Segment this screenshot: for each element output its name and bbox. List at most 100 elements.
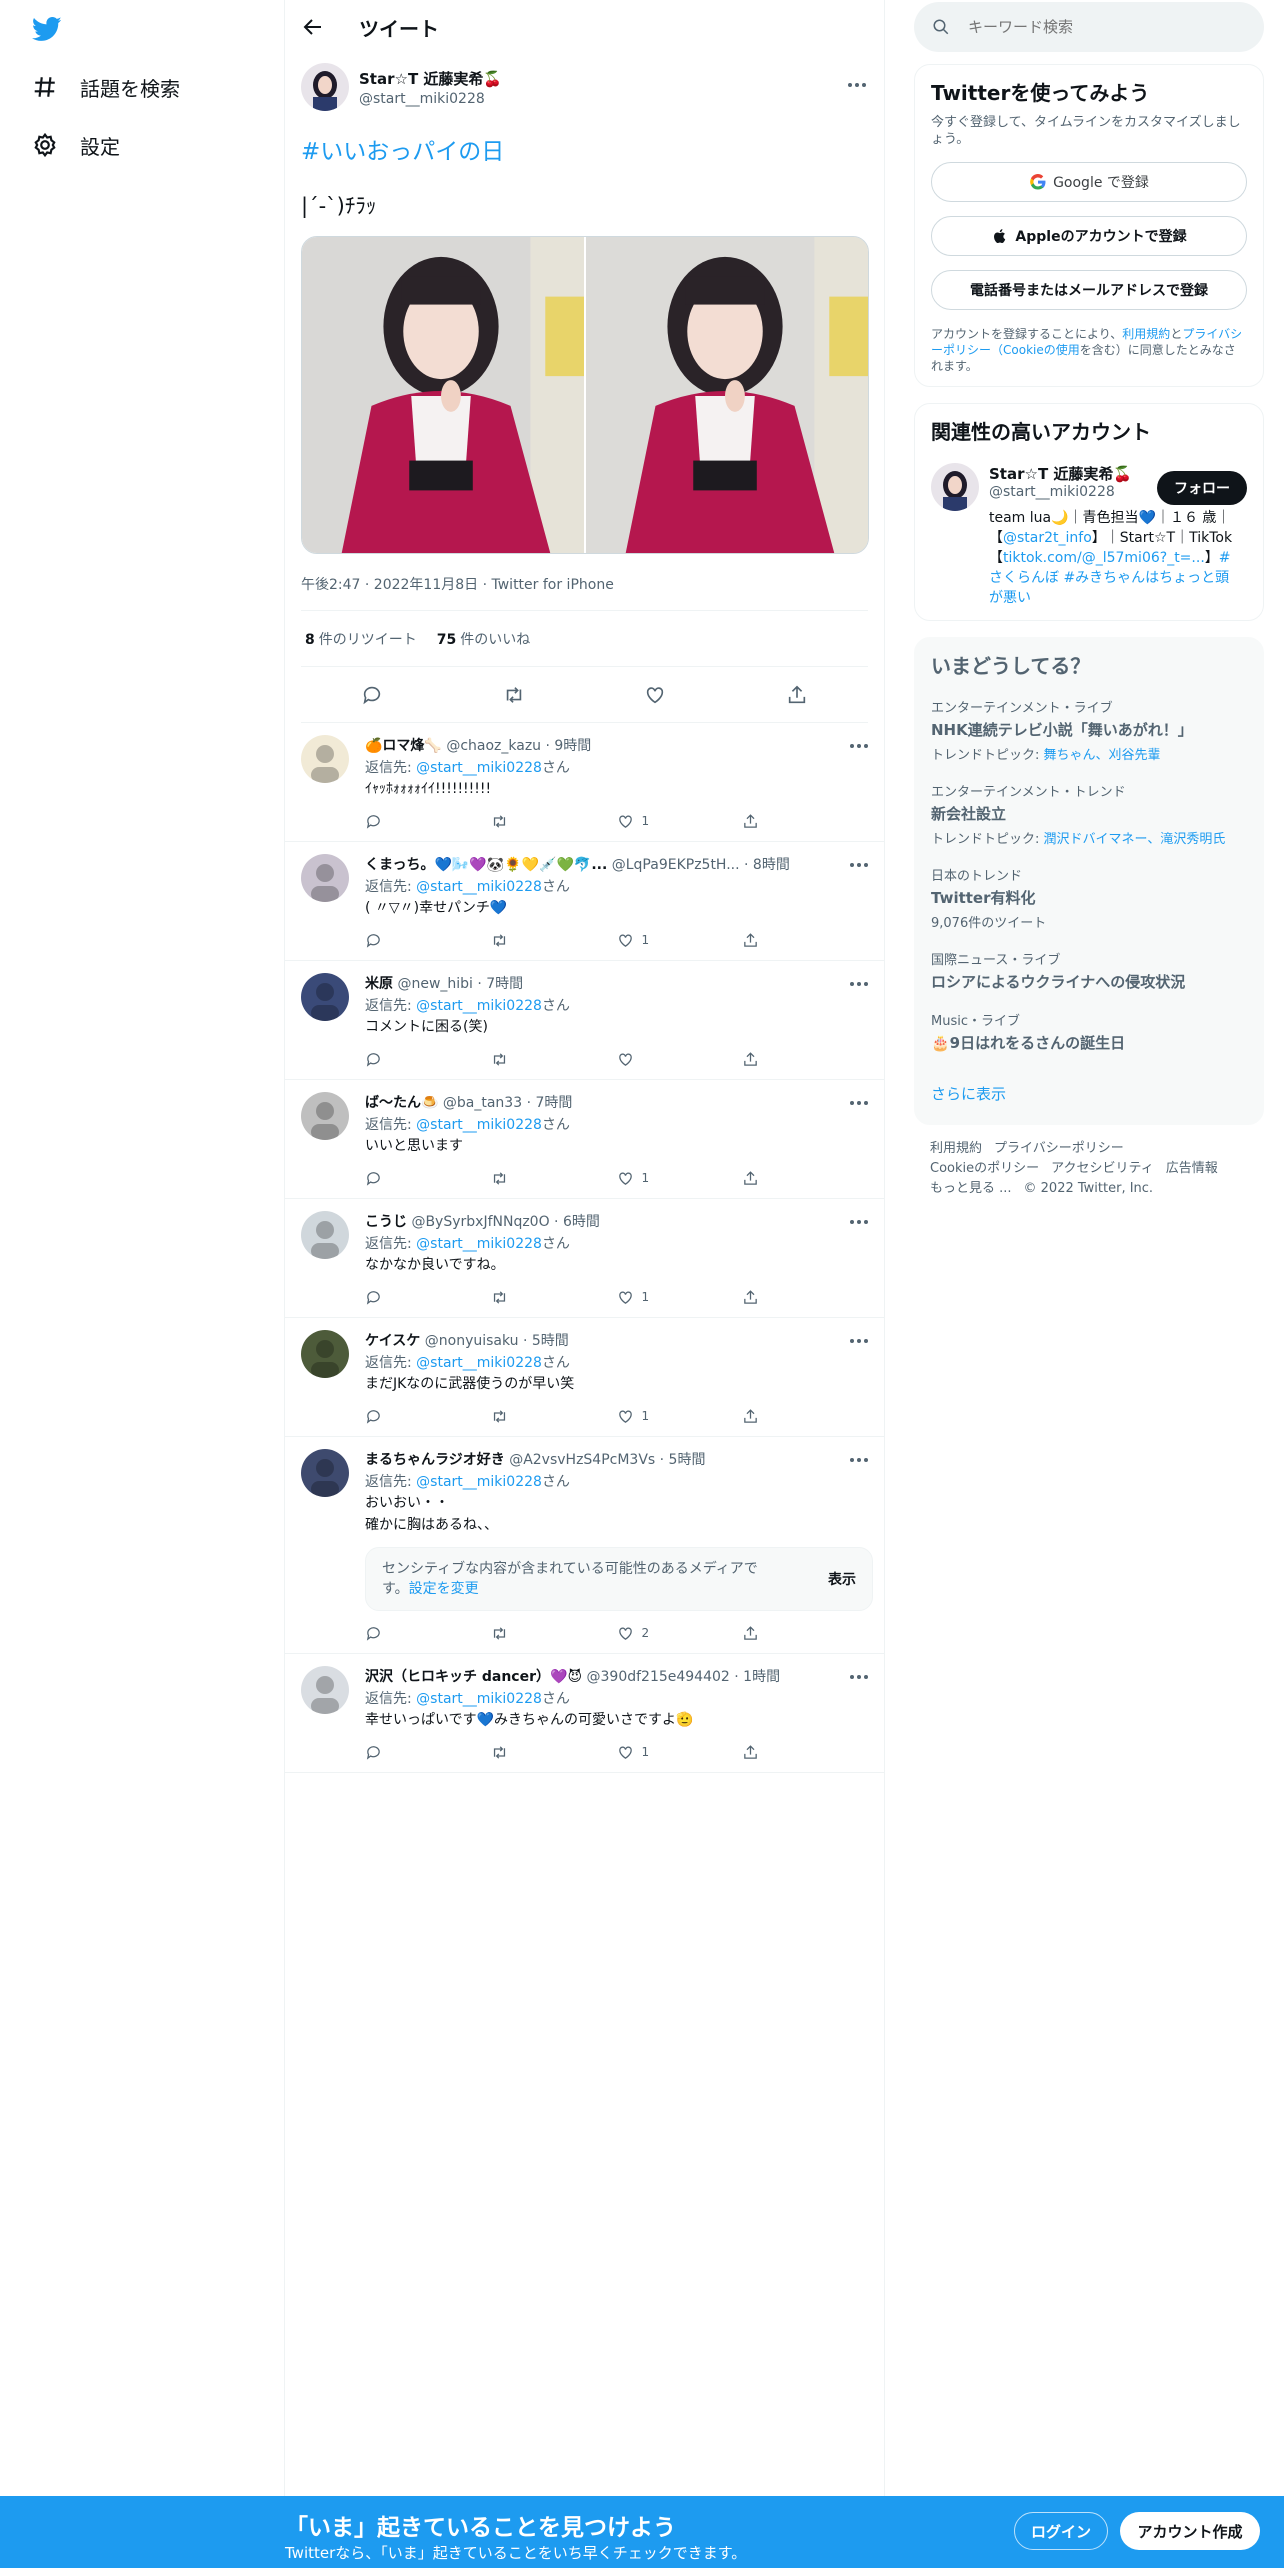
share-button[interactable] xyxy=(742,1408,868,1425)
share-button[interactable] xyxy=(742,932,868,949)
trend-name[interactable]: 新会社設立 xyxy=(931,804,1247,824)
footer-link[interactable]: 広告情報 xyxy=(1166,1161,1218,1176)
retweet-button[interactable] xyxy=(491,1051,617,1068)
reply-icon[interactable] xyxy=(361,684,383,706)
reply-tweet[interactable]: 沢沢（ヒロキッチ dancer）💜😈 @390df215e494402 · 1時… xyxy=(285,1654,884,1773)
retweet-button[interactable] xyxy=(491,1289,617,1306)
share-button[interactable] xyxy=(742,1744,868,1761)
author-name[interactable]: Star☆T 近藤実希🍒 xyxy=(359,68,502,89)
reply-author-name[interactable]: こうじ xyxy=(365,1214,407,1230)
avatar[interactable] xyxy=(301,63,349,111)
reply-author-name[interactable]: ば〜たん🍮 xyxy=(365,1095,438,1111)
back-arrow-icon[interactable] xyxy=(301,15,325,39)
reply-author-handle[interactable]: @nonyuisaku · 5時間 xyxy=(425,1333,569,1349)
trend-item[interactable]: エンターテインメント・トレンド 新会社設立 トレンドトピック: 潤沢ドバイマネー、滝… xyxy=(931,781,1247,847)
avatar[interactable] xyxy=(931,463,979,511)
reply-to-link[interactable]: @start__miki0228 xyxy=(416,1355,542,1371)
retweet-button[interactable] xyxy=(491,932,617,949)
more-options-icon[interactable] xyxy=(848,1211,870,1233)
reply-to-link[interactable]: @start__miki0228 xyxy=(416,1236,542,1252)
reply-author-handle[interactable]: @BySyrbxJfNNqz0O · 6時間 xyxy=(411,1214,599,1230)
search-bar[interactable] xyxy=(914,2,1264,52)
more-options-icon[interactable] xyxy=(848,735,870,757)
tweet-timestamp[interactable]: 午後2:47 · 2022年11月8日 · Twitter for iPhone xyxy=(301,574,868,611)
retweet-button[interactable] xyxy=(491,1744,617,1761)
avatar[interactable] xyxy=(301,1211,349,1259)
google-signup-button[interactable]: Google で登録 xyxy=(931,162,1247,202)
apple-signup-button[interactable]: Appleのアカウントで登録 xyxy=(931,216,1247,256)
phone-signup-button[interactable]: 電話番号またはメールアドレスで登録 xyxy=(931,270,1247,310)
like-count[interactable]: 75 件のいいね xyxy=(437,629,530,649)
follow-button[interactable]: フォロー xyxy=(1157,471,1247,505)
twitter-logo-icon[interactable] xyxy=(30,14,64,44)
terms-link[interactable]: 利用規約 xyxy=(1122,327,1170,341)
signup-button[interactable]: アカウント作成 xyxy=(1120,2512,1260,2550)
show-media-button[interactable]: 表示 xyxy=(828,1569,856,1589)
trend-item[interactable]: 日本のトレンド Twitter有料化 9,076件のツイート xyxy=(931,865,1247,931)
reply-to-link[interactable]: @start__miki0228 xyxy=(416,879,542,895)
like-button[interactable]: 1 xyxy=(617,1744,743,1761)
trend-topic-link[interactable]: 潤沢ドバイマネー、滝沢秀明氏 xyxy=(1044,832,1226,847)
reply-author-name[interactable]: くまっち。💙🌬️💜🐼🌻💛💉💚🐬... xyxy=(365,857,607,873)
change-settings-link[interactable]: 設定を変更 xyxy=(409,1581,479,1597)
bio-link[interactable]: tiktok.com/@_l57mi06?_t=... xyxy=(1003,550,1205,566)
reply-author-name[interactable]: ケイスケ xyxy=(365,1333,420,1349)
reply-author-handle[interactable]: @LqPa9EKPz5tH... · 8時間 xyxy=(612,857,790,873)
trend-name[interactable]: ロシアによるウクライナへの侵攻状況 xyxy=(931,972,1247,992)
like-button[interactable]: 1 xyxy=(617,932,743,949)
reply-button[interactable] xyxy=(365,1289,491,1306)
trend-name[interactable]: Twitter有料化 xyxy=(931,888,1247,908)
reply-button[interactable] xyxy=(365,1170,491,1187)
retweet-button[interactable] xyxy=(491,1408,617,1425)
reply-button[interactable] xyxy=(365,1051,491,1068)
tweet-photo-2[interactable] xyxy=(584,237,868,553)
like-button[interactable]: 1 xyxy=(617,1408,743,1425)
like-button[interactable]: 1 xyxy=(617,813,743,830)
reply-to-link[interactable]: @start__miki0228 xyxy=(416,760,542,776)
share-button[interactable] xyxy=(742,1051,868,1068)
avatar[interactable] xyxy=(301,973,349,1021)
reply-button[interactable] xyxy=(365,813,491,830)
retweet-icon[interactable] xyxy=(503,684,525,706)
trend-name[interactable]: NHK連続テレビ小説「舞いあがれ！」 xyxy=(931,720,1247,740)
trend-item[interactable]: エンターテインメント・ライブ NHK連続テレビ小説「舞いあがれ！」 トレンドトピック… xyxy=(931,697,1247,763)
reply-author-name[interactable]: まるちゃんラジオ好き xyxy=(365,1452,505,1468)
footer-link[interactable]: 利用規約 xyxy=(930,1141,982,1156)
login-button[interactable]: ログイン xyxy=(1014,2512,1108,2550)
reply-button[interactable] xyxy=(365,1625,491,1642)
avatar[interactable] xyxy=(301,1449,349,1497)
share-button[interactable] xyxy=(742,1625,868,1642)
like-button[interactable]: 1 xyxy=(617,1289,743,1306)
reply-author-name[interactable]: 米原 xyxy=(365,976,393,992)
reply-author-handle[interactable]: @new_hibi · 7時間 xyxy=(397,976,523,992)
bio-link[interactable]: @star2t_info xyxy=(1003,530,1092,546)
tweet-photo-1[interactable] xyxy=(302,237,584,553)
reply-button[interactable] xyxy=(365,1408,491,1425)
reply-button[interactable] xyxy=(365,932,491,949)
avatar[interactable] xyxy=(301,735,349,783)
related-account[interactable]: Star☆T 近藤実希🍒 @start__miki0228 team lua🌙｜… xyxy=(931,463,1247,608)
footer-link[interactable]: Cookieのポリシー xyxy=(930,1161,1039,1176)
nav-explore[interactable]: 話題を検索 xyxy=(32,67,180,107)
reply-to-link[interactable]: @start__miki0228 xyxy=(416,1691,542,1707)
share-button[interactable] xyxy=(742,1289,868,1306)
reply-tweet[interactable]: まるちゃんラジオ好き @A2vsvHzS4PcM3Vs · 5時間 返信先: @s… xyxy=(285,1437,884,1654)
footer-link[interactable]: プライバシーポリシー xyxy=(994,1141,1124,1156)
more-options-icon[interactable] xyxy=(848,973,870,995)
show-more-link[interactable]: さらに表示 xyxy=(931,1083,1247,1104)
reply-tweet[interactable]: こうじ @BySyrbxJfNNqz0O · 6時間 返信先: @start__m… xyxy=(285,1199,884,1318)
footer-link[interactable]: もっと見る ... xyxy=(930,1181,1012,1196)
reply-tweet[interactable]: ば〜たん🍮 @ba_tan33 · 7時間 返信先: @start__miki02… xyxy=(285,1080,884,1199)
nav-settings[interactable]: 設定 xyxy=(32,125,120,165)
reply-to-link[interactable]: @start__miki0228 xyxy=(416,1117,542,1133)
more-options-icon[interactable] xyxy=(848,1330,870,1352)
trend-topic-link[interactable]: 舞ちゃん、刈谷先輩 xyxy=(1044,748,1161,763)
reply-author-name[interactable]: 🍊ロマ烽🦴 xyxy=(365,738,442,754)
footer-link[interactable]: アクセシビリティ xyxy=(1051,1161,1154,1176)
trend-item[interactable]: 国際ニュース・ライブ ロシアによるウクライナへの侵攻状況 xyxy=(931,949,1247,992)
avatar[interactable] xyxy=(301,1092,349,1140)
hashtag-link[interactable]: #いいおっパイの日 xyxy=(301,132,868,166)
retweet-count[interactable]: 8 件のリツイート xyxy=(305,629,417,649)
retweet-button[interactable] xyxy=(491,1625,617,1642)
author-handle[interactable]: @start__miki0228 xyxy=(359,91,502,107)
